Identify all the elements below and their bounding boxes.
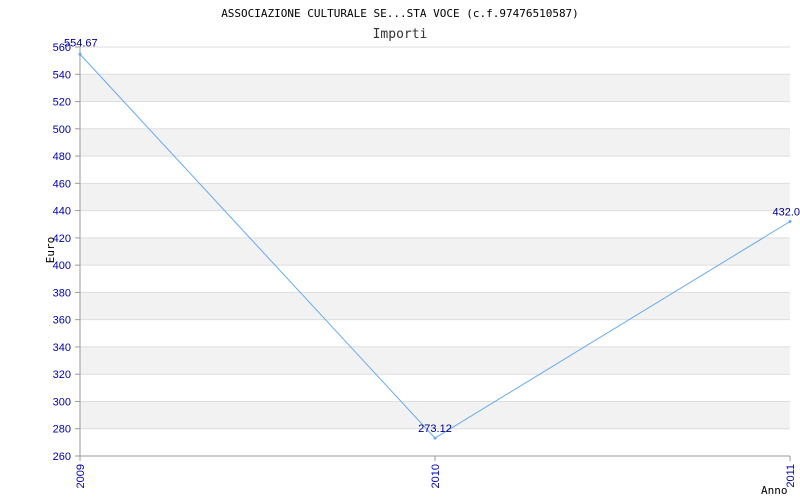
y-tick-label: 300 <box>53 396 71 408</box>
y-tick-label: 480 <box>53 151 71 163</box>
plot-band <box>80 319 790 347</box>
plot-band <box>80 265 790 293</box>
y-tick-label: 280 <box>53 424 71 436</box>
x-axis-title: Anno <box>761 484 788 497</box>
plot-band <box>80 101 790 129</box>
y-tick-label: 440 <box>53 206 71 218</box>
chart-title: ASSOCIAZIONE CULTURALE SE...STA VOCE (c.… <box>221 7 579 20</box>
plot-band <box>80 292 790 320</box>
y-tick-label: 540 <box>53 69 71 81</box>
plot-band <box>80 210 790 238</box>
plot-band <box>80 346 790 375</box>
plot-band <box>80 128 790 157</box>
data-label: 432.0 <box>772 207 800 219</box>
line-chart: ASSOCIAZIONE CULTURALE SE...STA VOCE (c.… <box>44 7 800 497</box>
chart-subtitle: Importi <box>373 27 428 42</box>
data-label: 273.12 <box>418 423 452 435</box>
y-tick-label: 500 <box>53 124 71 136</box>
plot-band <box>80 237 790 266</box>
x-tick-label: 2010 <box>430 464 442 488</box>
data-label: 554.67 <box>64 37 98 49</box>
plot-band <box>80 47 790 75</box>
y-tick-label: 320 <box>53 369 71 381</box>
y-tick-label: 380 <box>53 287 71 299</box>
data-point <box>433 436 437 440</box>
plot-band <box>80 183 790 211</box>
y-tick-label: 340 <box>53 342 71 354</box>
y-tick-label: 260 <box>53 451 71 463</box>
plot-background <box>80 47 790 456</box>
plot-band <box>80 374 790 402</box>
plot-band <box>80 74 790 102</box>
data-point <box>788 220 792 224</box>
y-axis-title: Euro <box>44 237 57 264</box>
x-tick-label: 2009 <box>75 464 87 488</box>
data-point <box>78 52 82 56</box>
x-axis-ticks: 2009 2010 2011 <box>75 456 797 488</box>
y-tick-label: 520 <box>53 97 71 109</box>
y-tick-label: 460 <box>53 178 71 190</box>
y-tick-label: 360 <box>53 315 71 327</box>
